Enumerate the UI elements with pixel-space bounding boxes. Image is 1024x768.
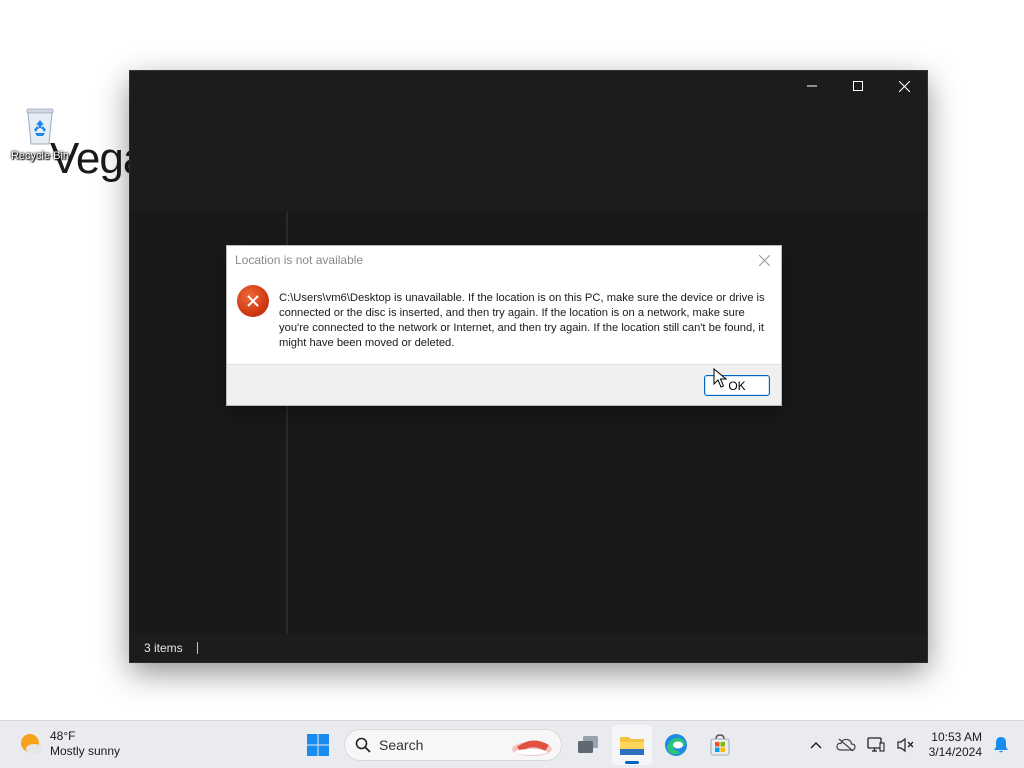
status-bar: 3 items [130,634,927,662]
network-icon [866,737,885,752]
minimize-icon [807,85,817,87]
dialog-close-button[interactable] [753,250,775,270]
mouse-cursor-icon [713,368,727,388]
close-icon [898,80,910,92]
minimize-button[interactable] [789,71,835,101]
close-window-button[interactable] [881,71,927,101]
task-view-icon [578,736,598,753]
clock-date: 3/14/2024 [928,745,982,759]
error-icon [237,285,269,317]
volume-button[interactable] [891,725,921,765]
dialog-message: C:\Users\vm6\Desktop is unavailable. If … [279,292,765,349]
maximize-icon [853,81,863,91]
taskbar-search[interactable]: Search [344,729,562,761]
search-label: Search [379,737,424,753]
weather-temp: 48°F [50,729,76,743]
status-separator [196,642,198,654]
taskbar: 48°F Mostly sunny Search 10:53 AM 3/14/2… [0,720,1024,768]
weather-widget[interactable]: 48°F Mostly sunny [18,729,120,759]
clock[interactable]: 10:53 AM 3/14/2024 [929,730,982,760]
error-dialog: Location is not available C:\Users\vm6\D… [226,245,782,406]
edge-button[interactable] [656,725,696,765]
search-highlight-icon [512,740,552,756]
windows-logo-icon [307,734,329,756]
onedrive-offline-icon [836,738,856,752]
taskbar-pinned-apps: Search [296,725,742,765]
folder-icon [620,737,644,755]
volume-muted-icon [897,737,914,753]
dialog-title: Location is not available [235,253,364,267]
recycle-bin-icon [23,106,57,146]
edge-icon [665,734,687,756]
notifications-button[interactable] [986,725,1016,765]
system-tray: 10:53 AM 3/14/2024 [801,721,1024,768]
network-button[interactable] [861,725,891,765]
maximize-button[interactable] [835,71,881,101]
microsoft-store-button[interactable] [700,725,740,765]
chevron-up-icon [810,742,822,749]
bell-icon [994,737,1008,753]
file-explorer-taskbar-button[interactable] [612,725,652,765]
show-hidden-icons-button[interactable] [801,725,831,765]
weather-condition: Mostly sunny [50,744,121,758]
item-count: 3 items [144,641,183,655]
recycle-bin-shortcut[interactable]: Recycle Bin [6,106,74,162]
start-button[interactable] [298,725,338,765]
explorer-toolbar-area [130,103,927,212]
sun-cloud-icon [18,731,44,757]
dialog-footer: OK [227,364,781,405]
recycle-bin-label: Recycle Bin [10,150,70,162]
store-icon [710,734,730,756]
clock-time: 10:53 AM [931,730,982,744]
search-icon [355,737,371,753]
window-titlebar[interactable] [130,71,927,103]
task-view-button[interactable] [568,725,608,765]
onedrive-button[interactable] [831,725,861,765]
close-icon [758,254,770,266]
dialog-body: C:\Users\vm6\Desktop is unavailable. If … [227,276,781,366]
